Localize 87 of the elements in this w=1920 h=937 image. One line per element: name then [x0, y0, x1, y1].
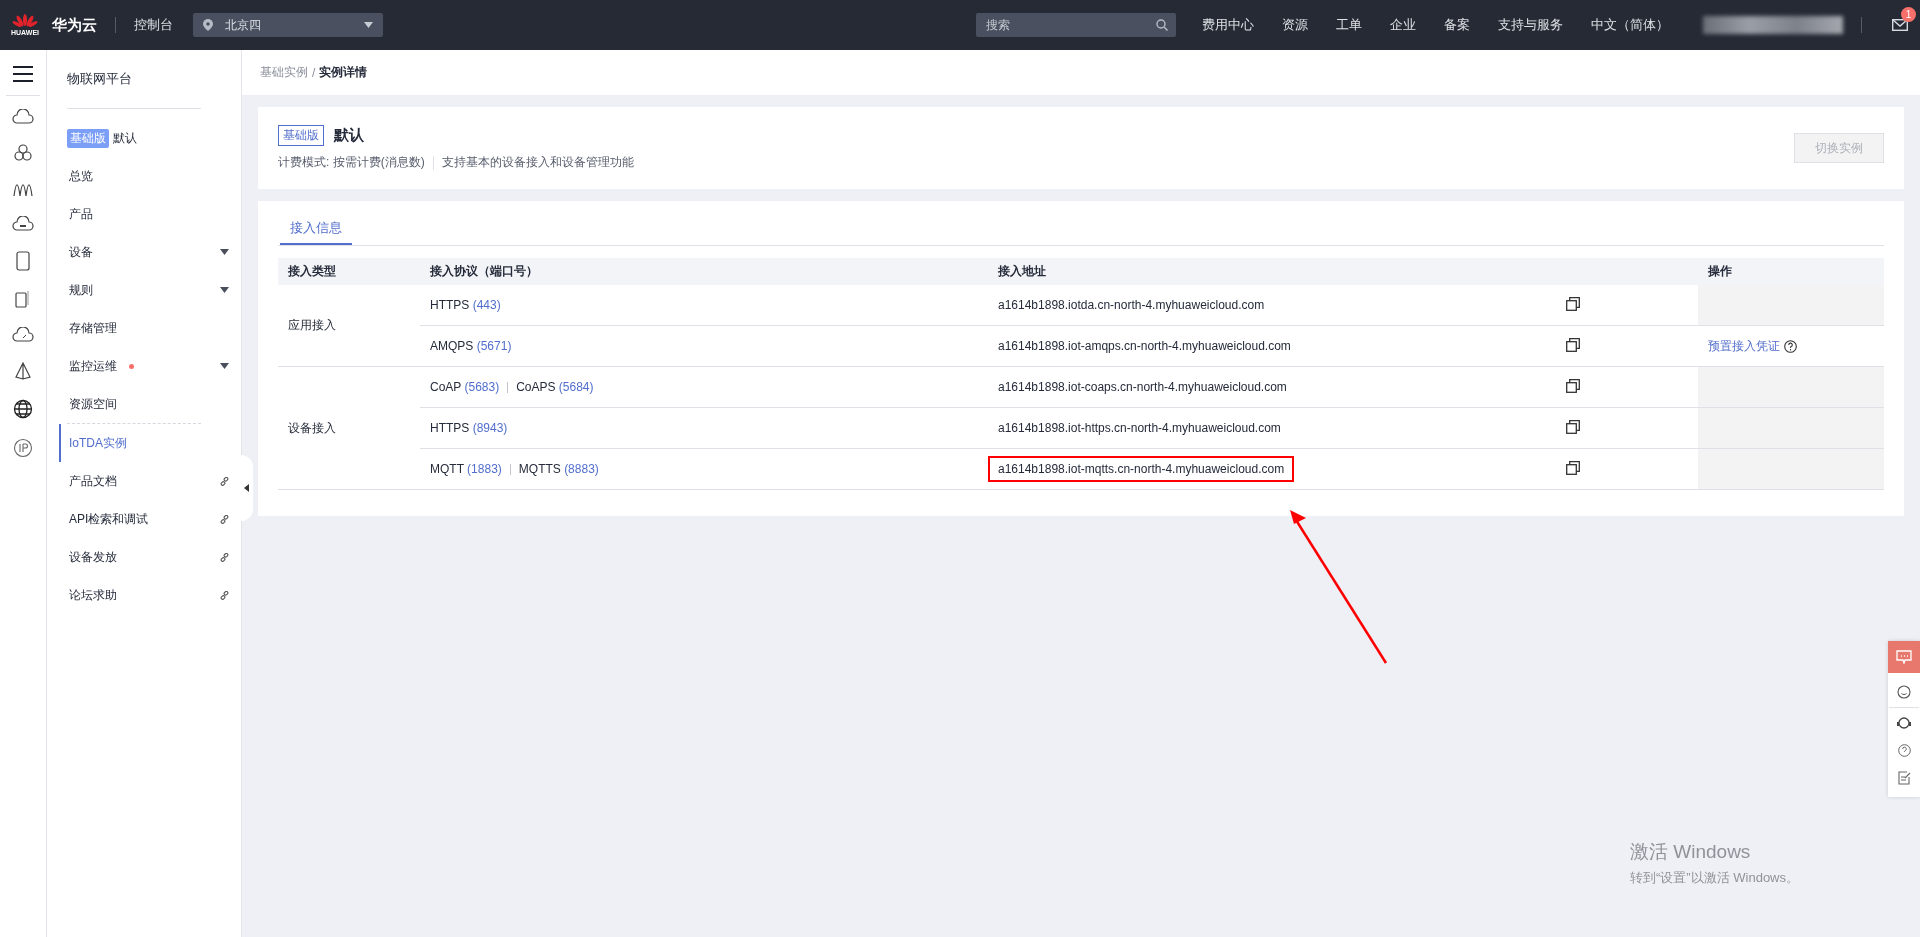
menu-item[interactable]: 设备: [59, 233, 241, 271]
menu-item[interactable]: 产品: [59, 195, 241, 233]
column-header: 操作: [1698, 258, 1884, 285]
copy-icon[interactable]: [1566, 296, 1580, 311]
menu-item[interactable]: API检索和调试: [59, 500, 241, 538]
brand-name[interactable]: 华为云: [52, 15, 97, 35]
link-icon: [220, 514, 229, 524]
headset-icon[interactable]: [1896, 716, 1912, 730]
menu-title: 物联网平台: [67, 70, 133, 88]
protocol-cell: CoAP (5683) CoAPS (5684): [430, 380, 594, 394]
address-cell-text: a1614b1898.iot-coaps.cn-north-4.myhuaweicloud.com: [997, 379, 1288, 396]
protocol-cell: MQTT (1883) MQTTS (8883): [430, 462, 599, 476]
nav-link[interactable]: 企业: [1390, 16, 1416, 34]
address-cell-text: a1614b1898.iotda.cn-north-4.myhuaweicloud.com: [997, 297, 1266, 314]
column-header: 接入协议（端口号）: [420, 258, 988, 285]
protocol-cell: HTTPS (443): [430, 298, 501, 312]
copy-icon[interactable]: [1566, 419, 1580, 434]
breadcrumb-link[interactable]: 基础实例: [260, 64, 308, 81]
mail-icon[interactable]: [1892, 19, 1908, 31]
console-link[interactable]: 控制台: [134, 16, 173, 34]
help-icon[interactable]: [1784, 339, 1797, 353]
menu-item[interactable]: 存储管理: [59, 309, 241, 347]
copy-icon[interactable]: [1566, 460, 1580, 475]
instance-name: 默认: [113, 129, 137, 147]
activation-text: 转到“设置”以激活 Windows。: [1630, 869, 1799, 887]
circles-icon[interactable]: [13, 144, 33, 162]
protocol-cell: AMQPS (5671): [430, 339, 512, 353]
menu-item[interactable]: 资源空间: [59, 385, 241, 423]
waves-icon[interactable]: [13, 181, 33, 197]
protocol-cell: HTTPS (8943): [430, 421, 508, 435]
menu-item[interactable]: 产品文档: [59, 462, 241, 500]
address-cell-text: a1614b1898.iot-https.cn-north-4.myhuaweicloud.com: [997, 420, 1282, 437]
menu-item[interactable]: 规则: [59, 271, 241, 309]
column-header: 接入地址: [988, 258, 1556, 285]
nav-link[interactable]: 工单: [1336, 16, 1362, 34]
edit-note-icon[interactable]: [1897, 771, 1911, 785]
breadcrumb-separator: /: [312, 65, 316, 80]
cloud-icon[interactable]: [12, 216, 34, 232]
region-select[interactable]: 北京四: [193, 13, 383, 37]
smiley-icon[interactable]: [1897, 685, 1911, 699]
search-icon: [1156, 19, 1168, 31]
tab[interactable]: 接入信息: [280, 217, 352, 245]
cloud-gauge-icon[interactable]: [12, 327, 34, 343]
billing-mode: 计费模式: 按需计费(消息数): [278, 154, 425, 171]
chat-icon: [1896, 650, 1912, 664]
breadcrumb-current: 实例详情: [319, 64, 368, 81]
cloud-icon[interactable]: [12, 109, 34, 125]
edition-tag: 基础版: [278, 125, 324, 146]
location-pin-icon: [203, 19, 213, 31]
nav-link[interactable]: 备案: [1444, 16, 1470, 34]
edition-tag: 基础版: [67, 128, 109, 148]
ip-icon[interactable]: [13, 438, 33, 458]
phone-icon[interactable]: [16, 251, 30, 271]
menu-item[interactable]: 监控运维: [59, 347, 241, 385]
link-icon: [220, 590, 229, 600]
search-field[interactable]: 搜索: [976, 13, 1176, 37]
collapse-handle[interactable]: [239, 455, 253, 521]
link-icon: [220, 552, 229, 562]
column-header: 接入类型: [278, 258, 420, 285]
menu-item[interactable]: 论坛求助: [59, 576, 241, 614]
nav-link[interactable]: 资源: [1282, 16, 1308, 34]
nav-link[interactable]: 费用中心: [1202, 16, 1254, 34]
caret-icon: [220, 249, 229, 255]
menu-icon[interactable]: [13, 66, 33, 82]
copy-icon[interactable]: [1566, 337, 1580, 352]
instance-name: 默认: [334, 126, 364, 145]
address-cell-text: a1614b1898.iot-amqps.cn-north-4.myhuaweicloud.com: [997, 338, 1292, 355]
notification-badge: 1: [1901, 7, 1916, 22]
globe-icon[interactable]: [13, 399, 33, 419]
pyramid-icon[interactable]: [14, 362, 32, 380]
flower-logo-icon: [12, 14, 38, 28]
copy-icon[interactable]: [1566, 378, 1580, 393]
instance-description: 支持基本的设备接入和设备管理功能: [441, 154, 634, 171]
table-cell: 设备接入: [278, 366, 420, 490]
activation-title: 激活 Windows: [1630, 840, 1752, 864]
address-cell: a1614b1898.iot-mqtts.cn-north-4.myhuaweicloud.com: [988, 456, 1295, 482]
caret-icon: [364, 22, 373, 28]
nav-link[interactable]: 中文（简体）: [1591, 16, 1669, 34]
credentials-link[interactable]: 预置接入凭证: [1708, 337, 1780, 355]
tablet-icon[interactable]: [15, 290, 31, 308]
caret-icon: [220, 287, 229, 293]
link-icon: [220, 476, 229, 486]
menu-item[interactable]: 总览: [59, 157, 241, 195]
caret-icon: [220, 363, 229, 369]
nav-link[interactable]: 支持与服务: [1498, 16, 1563, 34]
menu-item[interactable]: 设备发放: [59, 538, 241, 576]
table-cell: 应用接入: [278, 285, 420, 367]
